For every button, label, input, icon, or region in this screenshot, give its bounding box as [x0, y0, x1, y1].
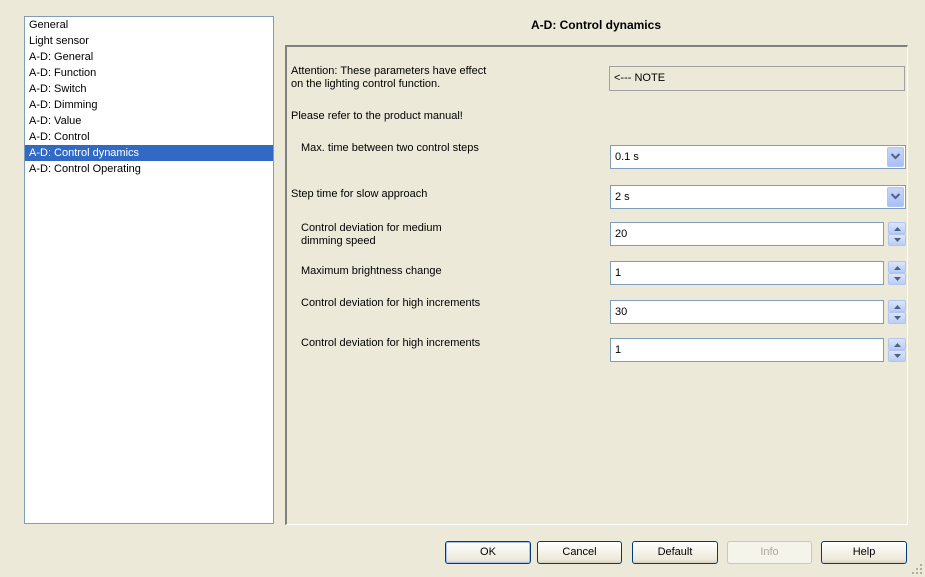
max-time-value: 0.1 s [615, 151, 639, 163]
deviation-medium-input[interactable]: 20 [610, 222, 884, 246]
note-field: <--- NOTE [609, 66, 905, 91]
spin-down-icon[interactable] [888, 234, 906, 246]
max-brightness-stepper[interactable]: 1 [610, 261, 906, 285]
info-button: Info [727, 541, 812, 564]
deviation-medium-value: 20 [615, 228, 628, 240]
sidebar-item-ad-control[interactable]: A-D: Control [25, 129, 273, 145]
attention-line-2: on the lighting control function. [291, 78, 441, 90]
chevron-down-icon[interactable] [887, 147, 904, 167]
sidebar-item-ad-function[interactable]: A-D: Function [25, 65, 273, 81]
deviation-high-2-label: Control deviation for high increments [301, 337, 481, 349]
resize-grip-icon[interactable] [911, 563, 923, 575]
attention-text: Attention: These parameters have effect … [291, 65, 486, 91]
spin-down-icon[interactable] [888, 273, 906, 285]
deviation-medium-label: Control deviation for medium dimming spe… [301, 222, 442, 248]
step-time-value: 2 s [615, 191, 630, 203]
spin-up-icon[interactable] [888, 222, 906, 234]
parameter-panel: Attention: These parameters have effect … [285, 45, 908, 525]
max-brightness-value: 1 [615, 267, 622, 279]
spin-up-icon[interactable] [888, 338, 906, 350]
sidebar-item-ad-switch[interactable]: A-D: Switch [25, 81, 273, 97]
max-time-select[interactable]: 0.1 s [610, 145, 906, 169]
sidebar-item-ad-dimming[interactable]: A-D: Dimming [25, 97, 273, 113]
sidebar-item-general[interactable]: General [25, 17, 273, 33]
max-brightness-label: Maximum brightness change [301, 265, 442, 277]
default-button[interactable]: Default [632, 541, 718, 564]
deviation-medium-label-line-1: Control deviation for medium [301, 222, 442, 234]
deviation-medium-stepper[interactable]: 20 [610, 222, 906, 246]
cancel-button[interactable]: Cancel [537, 541, 622, 564]
help-button[interactable]: Help [821, 541, 907, 564]
sidebar-item-ad-control-dynamics[interactable]: A-D: Control dynamics [25, 145, 273, 161]
page-title: A-D: Control dynamics [530, 18, 661, 32]
sidebar-item-ad-control-operating[interactable]: A-D: Control Operating [25, 161, 273, 177]
max-time-label: Max. time between two control steps [301, 142, 479, 154]
deviation-high-value: 30 [615, 306, 628, 318]
note-value: <--- NOTE [614, 72, 666, 84]
deviation-high-stepper[interactable]: 30 [610, 300, 906, 324]
sidebar-item-ad-value[interactable]: A-D: Value [25, 113, 273, 129]
sidebar-item-light-sensor[interactable]: Light sensor [25, 33, 273, 49]
deviation-high-2-stepper[interactable]: 1 [610, 338, 906, 362]
deviation-high-2-input[interactable]: 1 [610, 338, 884, 362]
ok-button[interactable]: OK [445, 541, 531, 564]
chevron-down-icon[interactable] [887, 187, 904, 207]
step-time-label: Step time for slow approach [291, 188, 428, 200]
deviation-medium-label-line-2: dimming speed [301, 235, 376, 247]
deviation-high-input[interactable]: 30 [610, 300, 884, 324]
spin-down-icon[interactable] [888, 312, 906, 324]
max-brightness-input[interactable]: 1 [610, 261, 884, 285]
deviation-high-label: Control deviation for high increments [301, 297, 481, 309]
spin-up-icon[interactable] [888, 261, 906, 273]
spin-down-icon[interactable] [888, 350, 906, 362]
step-time-select[interactable]: 2 s [610, 185, 906, 209]
deviation-high-2-value: 1 [615, 344, 622, 356]
refer-manual-text: Please refer to the product manual! [291, 110, 463, 122]
spin-up-icon[interactable] [888, 300, 906, 312]
sidebar-item-ad-general[interactable]: A-D: General [25, 49, 273, 65]
attention-line-1: Attention: These parameters have effect [291, 65, 487, 77]
parameter-page-list: General Light sensor A-D: General A-D: F… [24, 16, 274, 524]
